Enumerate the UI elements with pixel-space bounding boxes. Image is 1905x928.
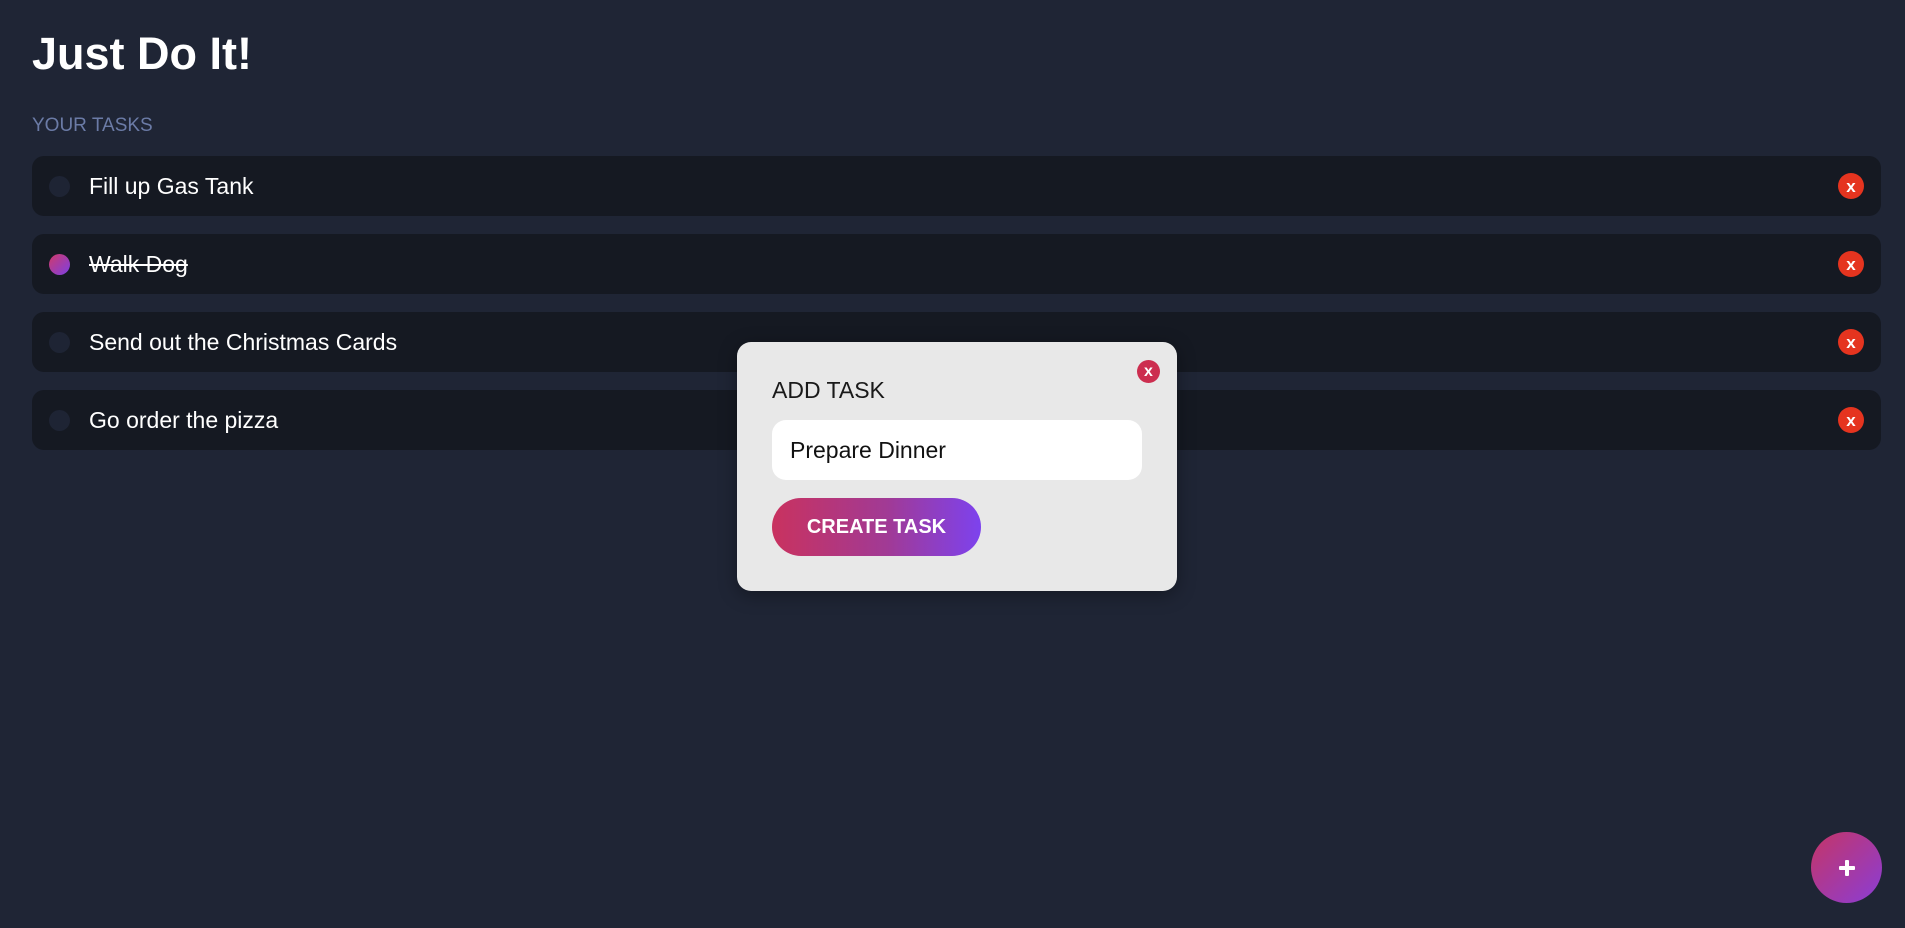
plus-icon (1838, 859, 1855, 876)
delete-task-button[interactable]: x (1838, 251, 1864, 277)
task-row: Walk Dog x (32, 234, 1881, 294)
task-checkbox[interactable] (49, 254, 70, 275)
task-checkbox[interactable] (49, 410, 70, 431)
task-row: Fill up Gas Tank x (32, 156, 1881, 216)
delete-task-button[interactable]: x (1838, 407, 1864, 433)
delete-task-button[interactable]: x (1838, 329, 1864, 355)
task-text: Send out the Christmas Cards (89, 329, 398, 355)
modal-title: ADD TASK (772, 377, 885, 403)
task-name-input[interactable] (772, 420, 1142, 480)
delete-task-button[interactable]: x (1838, 173, 1864, 199)
task-text: Go order the pizza (89, 407, 279, 433)
add-task-modal: x ADD TASK CREATE TASK (737, 342, 1177, 591)
app-title: Just Do It! (32, 28, 252, 79)
task-text: Fill up Gas Tank (89, 173, 254, 199)
task-checkbox[interactable] (49, 176, 70, 197)
add-task-fab[interactable] (1811, 832, 1882, 903)
close-modal-button[interactable]: x (1137, 360, 1160, 383)
task-text: Walk Dog (89, 251, 188, 277)
task-checkbox[interactable] (49, 332, 70, 353)
tasks-section-label: YOUR TASKS (32, 115, 153, 136)
create-task-button[interactable]: CREATE TASK (772, 498, 981, 556)
